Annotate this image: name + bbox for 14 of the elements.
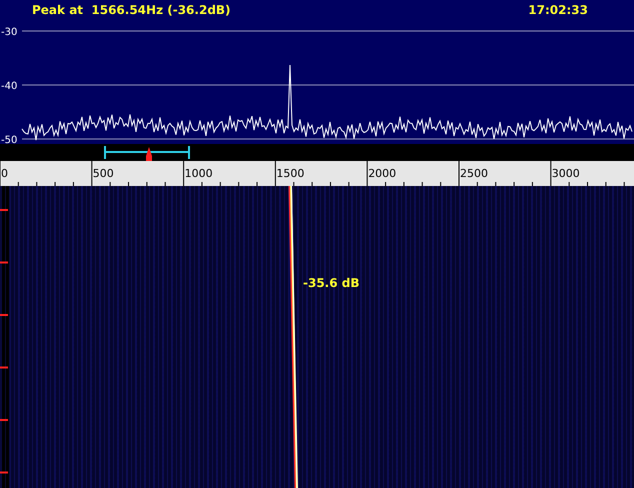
clock-time: 17:02:33 [528,3,588,18]
scale-label: 2500 [460,167,488,180]
signal-level-label: -35.6 dB [303,276,360,290]
scale-label: 1500 [276,167,304,180]
axis-label: -50 [1,134,18,144]
tuning-marker-icon [146,147,152,162]
axis-label: -40 [1,80,18,92]
axis-label: -30 [1,26,18,38]
scale-label: 500 [92,167,114,180]
scale-label: 0 [1,167,8,180]
scale-label: 1000 [184,167,213,180]
scale-label: 3000 [552,167,580,180]
scale-label: 2000 [368,167,396,180]
peak-readout: Peak at 1566.54Hz (-36.2dB) [32,3,231,18]
